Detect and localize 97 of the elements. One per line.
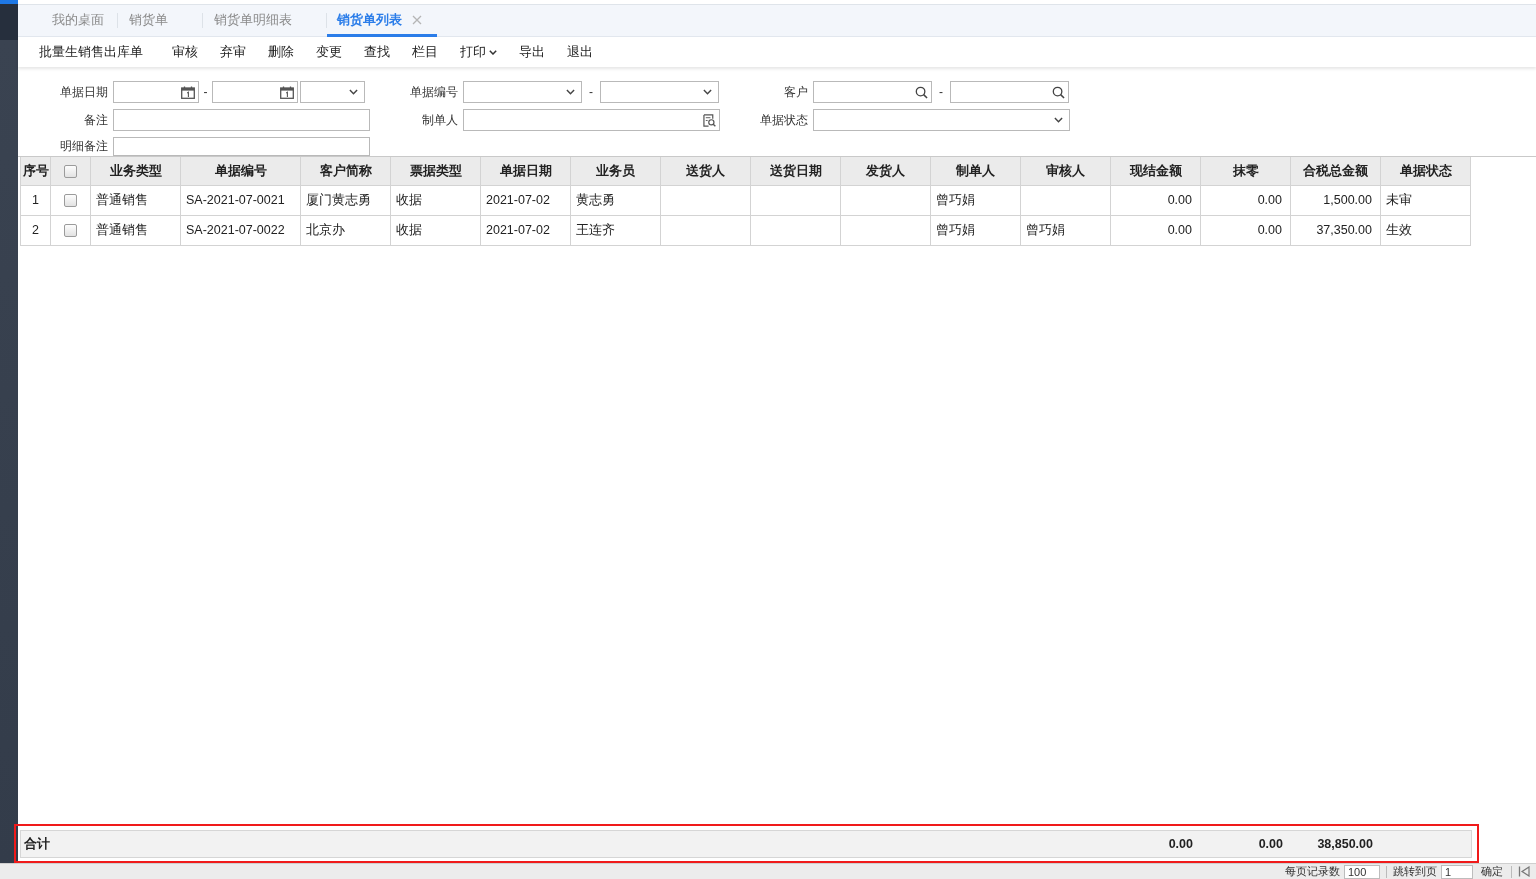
dropdown-field[interactable] bbox=[300, 81, 365, 103]
table-cell: 曾巧娟 bbox=[1021, 216, 1111, 246]
range-dash: - bbox=[588, 85, 594, 99]
table-cell: 未审 bbox=[1381, 186, 1471, 216]
page-number-field[interactable]: 1 bbox=[1441, 864, 1473, 879]
input-field[interactable] bbox=[113, 137, 370, 156]
column-header[interactable]: 单据编号 bbox=[181, 157, 301, 186]
table-cell: 北京办 bbox=[301, 216, 391, 246]
row-checkbox[interactable] bbox=[64, 194, 77, 207]
column-header[interactable]: 发货人 bbox=[841, 157, 931, 186]
column-header[interactable]: 现结金额 bbox=[1111, 157, 1201, 186]
column-header: 序号 bbox=[21, 157, 51, 186]
summary-label: 合计 bbox=[23, 835, 51, 853]
page-jump-label: 跳转到页 bbox=[1393, 864, 1437, 879]
column-header[interactable]: 送货日期 bbox=[751, 157, 841, 186]
table-cell: 普通销售 bbox=[91, 216, 181, 246]
dropdown-field[interactable] bbox=[463, 81, 582, 103]
table-cell: SA-2021-07-0021 bbox=[181, 186, 301, 216]
table-cell: 王连齐 bbox=[571, 216, 661, 246]
date-field[interactable] bbox=[113, 81, 199, 103]
column-header[interactable]: 业务员 bbox=[571, 157, 661, 186]
toolbar-menu-button[interactable]: 打印 bbox=[449, 40, 508, 64]
row-number: 2 bbox=[21, 216, 51, 246]
table-cell: 2021-07-02 bbox=[481, 186, 571, 216]
table-cell: 1,500.00 bbox=[1291, 186, 1381, 216]
caret-icon bbox=[349, 89, 358, 95]
field-label: 单据日期 bbox=[59, 83, 108, 101]
caret-icon bbox=[1054, 117, 1063, 123]
search-icon[interactable] bbox=[1052, 85, 1065, 99]
column-header[interactable]: 送货人 bbox=[661, 157, 751, 186]
confirm-button[interactable]: 确定 bbox=[1479, 864, 1505, 879]
column-header[interactable]: 客户简称 bbox=[301, 157, 391, 186]
search-field[interactable] bbox=[950, 81, 1069, 103]
toolbar-button[interactable]: 删除 bbox=[257, 40, 305, 64]
column-header[interactable]: 票据类型 bbox=[391, 157, 481, 186]
page-size-field[interactable]: 100 bbox=[1344, 864, 1380, 879]
table-cell: 0.00 bbox=[1201, 186, 1291, 216]
field-label: 单据状态 bbox=[759, 111, 808, 129]
toolbar-button[interactable]: 变更 bbox=[305, 40, 353, 64]
table-cell: 普通销售 bbox=[91, 186, 181, 216]
search-icon[interactable] bbox=[915, 85, 928, 99]
table-cell: 厦门黄志勇 bbox=[301, 186, 391, 216]
summary-value: 0.00 bbox=[1167, 837, 1194, 851]
toolbar-button[interactable]: 批量生销售出库单 bbox=[28, 40, 154, 64]
lookup-field[interactable] bbox=[463, 109, 720, 131]
toolbar-button[interactable]: 查找 bbox=[353, 40, 401, 64]
row-checkbox[interactable] bbox=[64, 224, 77, 237]
table-cell: 37,350.00 bbox=[1291, 216, 1381, 246]
sidebar-accent-bar bbox=[0, 0, 18, 4]
column-header[interactable]: 审核人 bbox=[1021, 157, 1111, 186]
field-label: 制单人 bbox=[421, 111, 458, 129]
table-cell: 黄志勇 bbox=[571, 186, 661, 216]
range-dash: - bbox=[202, 85, 209, 99]
summary-value: 0.00 bbox=[1257, 837, 1284, 851]
calendar-icon[interactable] bbox=[280, 85, 294, 99]
toolbar-button[interactable]: 栏目 bbox=[401, 40, 449, 64]
field-label: 备注 bbox=[83, 111, 108, 129]
caret-icon bbox=[703, 89, 712, 95]
dropdown-field[interactable] bbox=[600, 81, 719, 103]
column-header[interactable]: 制单人 bbox=[931, 157, 1021, 186]
toolbar-button[interactable]: 弃审 bbox=[209, 40, 257, 64]
table-cell: 收据 bbox=[391, 216, 481, 246]
table-cell: 收据 bbox=[391, 186, 481, 216]
page-size-label: 每页记录数 bbox=[1285, 864, 1340, 879]
column-header[interactable]: 单据日期 bbox=[481, 157, 571, 186]
search-field[interactable] bbox=[813, 81, 932, 103]
bar-arrow-icon[interactable] bbox=[1518, 866, 1530, 877]
table-cell: SA-2021-07-0022 bbox=[181, 216, 301, 246]
column-header[interactable]: 单据状态 bbox=[1381, 157, 1471, 186]
field-label: 单据编号 bbox=[409, 83, 458, 101]
date-field[interactable] bbox=[212, 81, 298, 103]
input-field[interactable] bbox=[113, 109, 370, 131]
toolbar-button[interactable]: 退出 bbox=[556, 40, 604, 64]
close-icon[interactable] bbox=[412, 14, 422, 25]
column-header[interactable]: 抹零 bbox=[1201, 157, 1291, 186]
table-cell: 0.00 bbox=[1111, 186, 1201, 216]
range-dash: - bbox=[938, 85, 944, 99]
toolbar-button[interactable]: 导出 bbox=[508, 40, 556, 64]
column-header[interactable]: 业务类型 bbox=[91, 157, 181, 186]
table-cell: 0.00 bbox=[1111, 216, 1201, 246]
table-cell: 0.00 bbox=[1201, 216, 1291, 246]
table-cell: 曾巧娟 bbox=[931, 216, 1021, 246]
field-label: 明细备注 bbox=[59, 138, 108, 155]
field-label: 客户 bbox=[783, 83, 808, 101]
row-number: 1 bbox=[21, 186, 51, 216]
calendar-icon[interactable] bbox=[181, 85, 195, 99]
column-header[interactable]: 合税总金额 bbox=[1291, 157, 1381, 186]
table-cell: 曾巧娟 bbox=[931, 186, 1021, 216]
caret-icon bbox=[566, 89, 575, 95]
select-all-checkbox[interactable] bbox=[64, 164, 77, 178]
document-search-icon[interactable] bbox=[703, 113, 716, 127]
table-cell: 生效 bbox=[1381, 216, 1471, 246]
table-cell: 2021-07-02 bbox=[481, 216, 571, 246]
caret-icon bbox=[489, 49, 497, 55]
summary-value: 38,850.00 bbox=[1316, 837, 1374, 851]
dropdown-field[interactable] bbox=[813, 109, 1070, 131]
toolbar-button[interactable]: 审核 bbox=[161, 40, 209, 64]
